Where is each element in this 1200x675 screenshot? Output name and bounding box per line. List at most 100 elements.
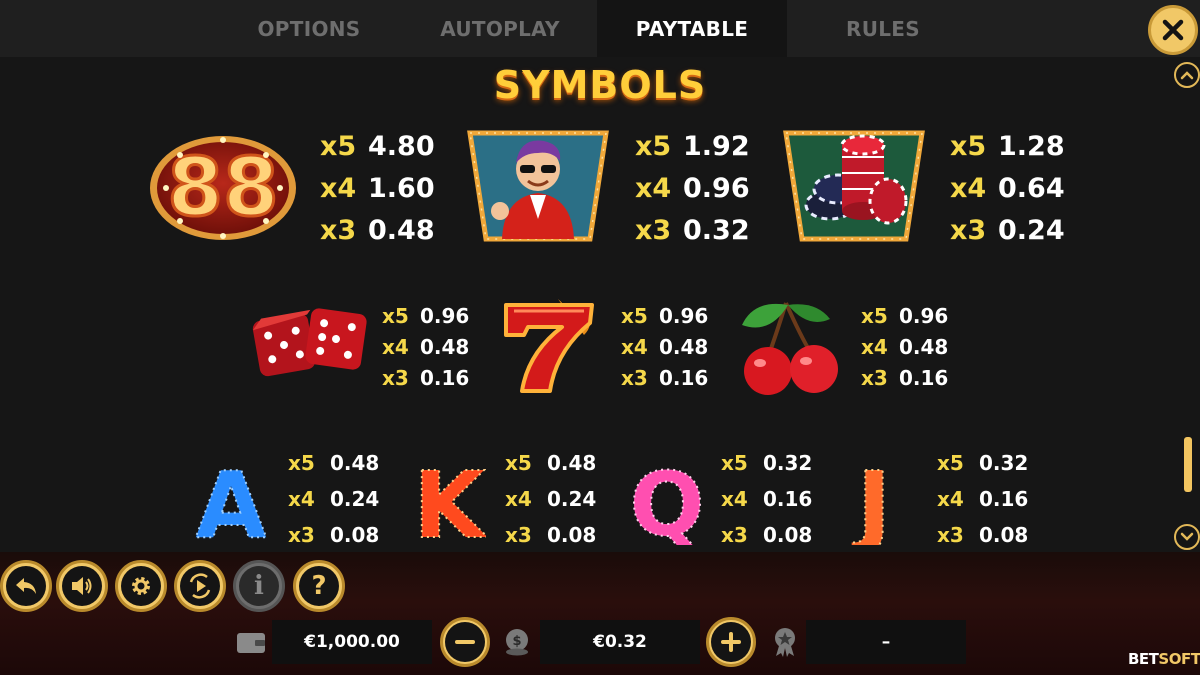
- paytable-88: x5 4.80 x4 1.60 x3 0.48: [320, 125, 435, 251]
- help-icon: ?: [311, 571, 327, 601]
- multiplier: x4: [621, 334, 648, 359]
- multiplier: x5: [950, 130, 987, 162]
- multiplier: x5: [621, 303, 648, 328]
- payout: 0.96: [899, 303, 949, 328]
- payout: 4.80: [368, 130, 435, 162]
- plus-icon: [721, 632, 741, 652]
- paytable-j: x5 0.32 x4 0.16 x3 0.08: [937, 445, 1028, 552]
- payout: 0.16: [899, 365, 949, 390]
- sound-button[interactable]: [56, 560, 108, 612]
- svg-text:A: A: [195, 453, 266, 545]
- multiplier: x4: [635, 172, 672, 204]
- multiplier: x3: [937, 523, 964, 547]
- close-icon: [1162, 19, 1184, 41]
- letter-a-icon: A: [194, 453, 267, 545]
- paytable-chips: x5 1.28 x4 0.64 x3 0.24: [950, 125, 1065, 251]
- multiplier: x3: [635, 214, 672, 246]
- cherries-icon: [742, 302, 838, 395]
- multiplier: x5: [382, 303, 409, 328]
- balance-display: €1,000.00: [272, 620, 432, 664]
- payout: 0.16: [659, 365, 709, 390]
- svg-text:$: $: [512, 634, 521, 649]
- svg-text:88: 88: [167, 141, 278, 234]
- payout: 1.92: [683, 130, 750, 162]
- poker-chips-icon: [783, 130, 925, 242]
- payout: 0.16: [979, 487, 1029, 511]
- payout: 0.48: [330, 451, 380, 475]
- autoplay-icon: [189, 573, 211, 599]
- coins-icon: $: [500, 626, 534, 658]
- multiplier: x4: [505, 487, 532, 511]
- multiplier: x3: [382, 365, 409, 390]
- bottom-control-bar: i ? €1,000.00 $ €0.32 –: [0, 552, 1200, 675]
- back-arrow-icon: [16, 578, 36, 594]
- info-button[interactable]: i: [233, 560, 285, 612]
- multiplier: x3: [505, 523, 532, 547]
- increase-bet-button[interactable]: [706, 617, 756, 667]
- payout: 0.48: [368, 214, 435, 246]
- decrease-bet-button[interactable]: [440, 617, 490, 667]
- payout: 0.16: [763, 487, 813, 511]
- multiplier: x3: [288, 523, 315, 547]
- paytable-q: x5 0.32 x4 0.16 x3 0.08: [721, 445, 812, 552]
- payout: 0.96: [420, 303, 470, 328]
- svg-text:K: K: [413, 453, 486, 545]
- paytable-panel: SYMBOLS 88 x5 4.80 x4 1.60 x3 0.48 x5 1.92: [0, 57, 1200, 552]
- paytable-man: x5 1.92 x4 0.96 x3 0.32: [635, 125, 750, 251]
- settings-button[interactable]: [115, 560, 167, 612]
- multiplier: x5: [861, 303, 888, 328]
- tab-bar: OPTIONS AUTOPLAY PAYTABLE RULES: [0, 0, 1200, 57]
- payout: 0.48: [899, 334, 949, 359]
- man-in-red-suit-icon: [467, 130, 609, 242]
- multiplier: x5: [505, 451, 532, 475]
- 88-marquee-icon: 88: [150, 136, 296, 240]
- tab-options[interactable]: OPTIONS: [214, 0, 404, 57]
- gear-icon: [132, 577, 150, 595]
- brand-logo: BETSOFT: [1128, 650, 1200, 668]
- help-button[interactable]: ?: [293, 560, 345, 612]
- scroll-up-button[interactable]: [1174, 62, 1200, 88]
- wallet-icon: [234, 626, 268, 658]
- multiplier: x4: [950, 172, 987, 204]
- payout: 0.08: [547, 523, 597, 547]
- payout: 0.48: [420, 334, 470, 359]
- brand-accent: SOFT: [1158, 650, 1200, 668]
- payout: 0.48: [547, 451, 597, 475]
- payout: 0.08: [979, 523, 1029, 547]
- speaker-icon: [72, 577, 92, 595]
- close-button[interactable]: [1148, 5, 1198, 55]
- tab-paytable[interactable]: PAYTABLE: [597, 0, 787, 57]
- autoplay-button[interactable]: [174, 560, 226, 612]
- bet-display: €0.32: [540, 620, 700, 664]
- multiplier: x3: [950, 214, 987, 246]
- award-ribbon-icon: [768, 626, 802, 658]
- multiplier: x3: [621, 365, 648, 390]
- multiplier: x5: [320, 130, 357, 162]
- payout: 0.32: [979, 451, 1029, 475]
- payout: 0.16: [420, 365, 470, 390]
- payout: 0.32: [763, 451, 813, 475]
- payout: 0.64: [998, 172, 1065, 204]
- multiplier: x4: [721, 487, 748, 511]
- section-title: SYMBOLS: [493, 63, 707, 107]
- svg-text:J: J: [851, 453, 891, 545]
- letter-j-icon: J: [850, 453, 892, 545]
- scroll-down-button[interactable]: [1174, 524, 1200, 550]
- payout: 0.32: [683, 214, 750, 246]
- multiplier: x3: [320, 214, 357, 246]
- payout: 0.96: [659, 303, 709, 328]
- dice-icon: [252, 308, 367, 377]
- scrollbar-thumb[interactable]: [1184, 437, 1192, 492]
- paytable-cherries: x5 0.96 x4 0.48 x3 0.16: [861, 300, 948, 393]
- multiplier: x3: [721, 523, 748, 547]
- tab-rules[interactable]: RULES: [788, 0, 978, 57]
- back-button[interactable]: [0, 560, 52, 612]
- payout: 1.60: [368, 172, 435, 204]
- brand-main: BET: [1128, 650, 1159, 668]
- payout: 0.24: [547, 487, 597, 511]
- tab-autoplay[interactable]: AUTOPLAY: [405, 0, 595, 57]
- multiplier: x4: [861, 334, 888, 359]
- payout: 0.48: [659, 334, 709, 359]
- payout: 1.28: [998, 130, 1065, 162]
- paytable-k: x5 0.48 x4 0.24 x3 0.08: [505, 445, 596, 552]
